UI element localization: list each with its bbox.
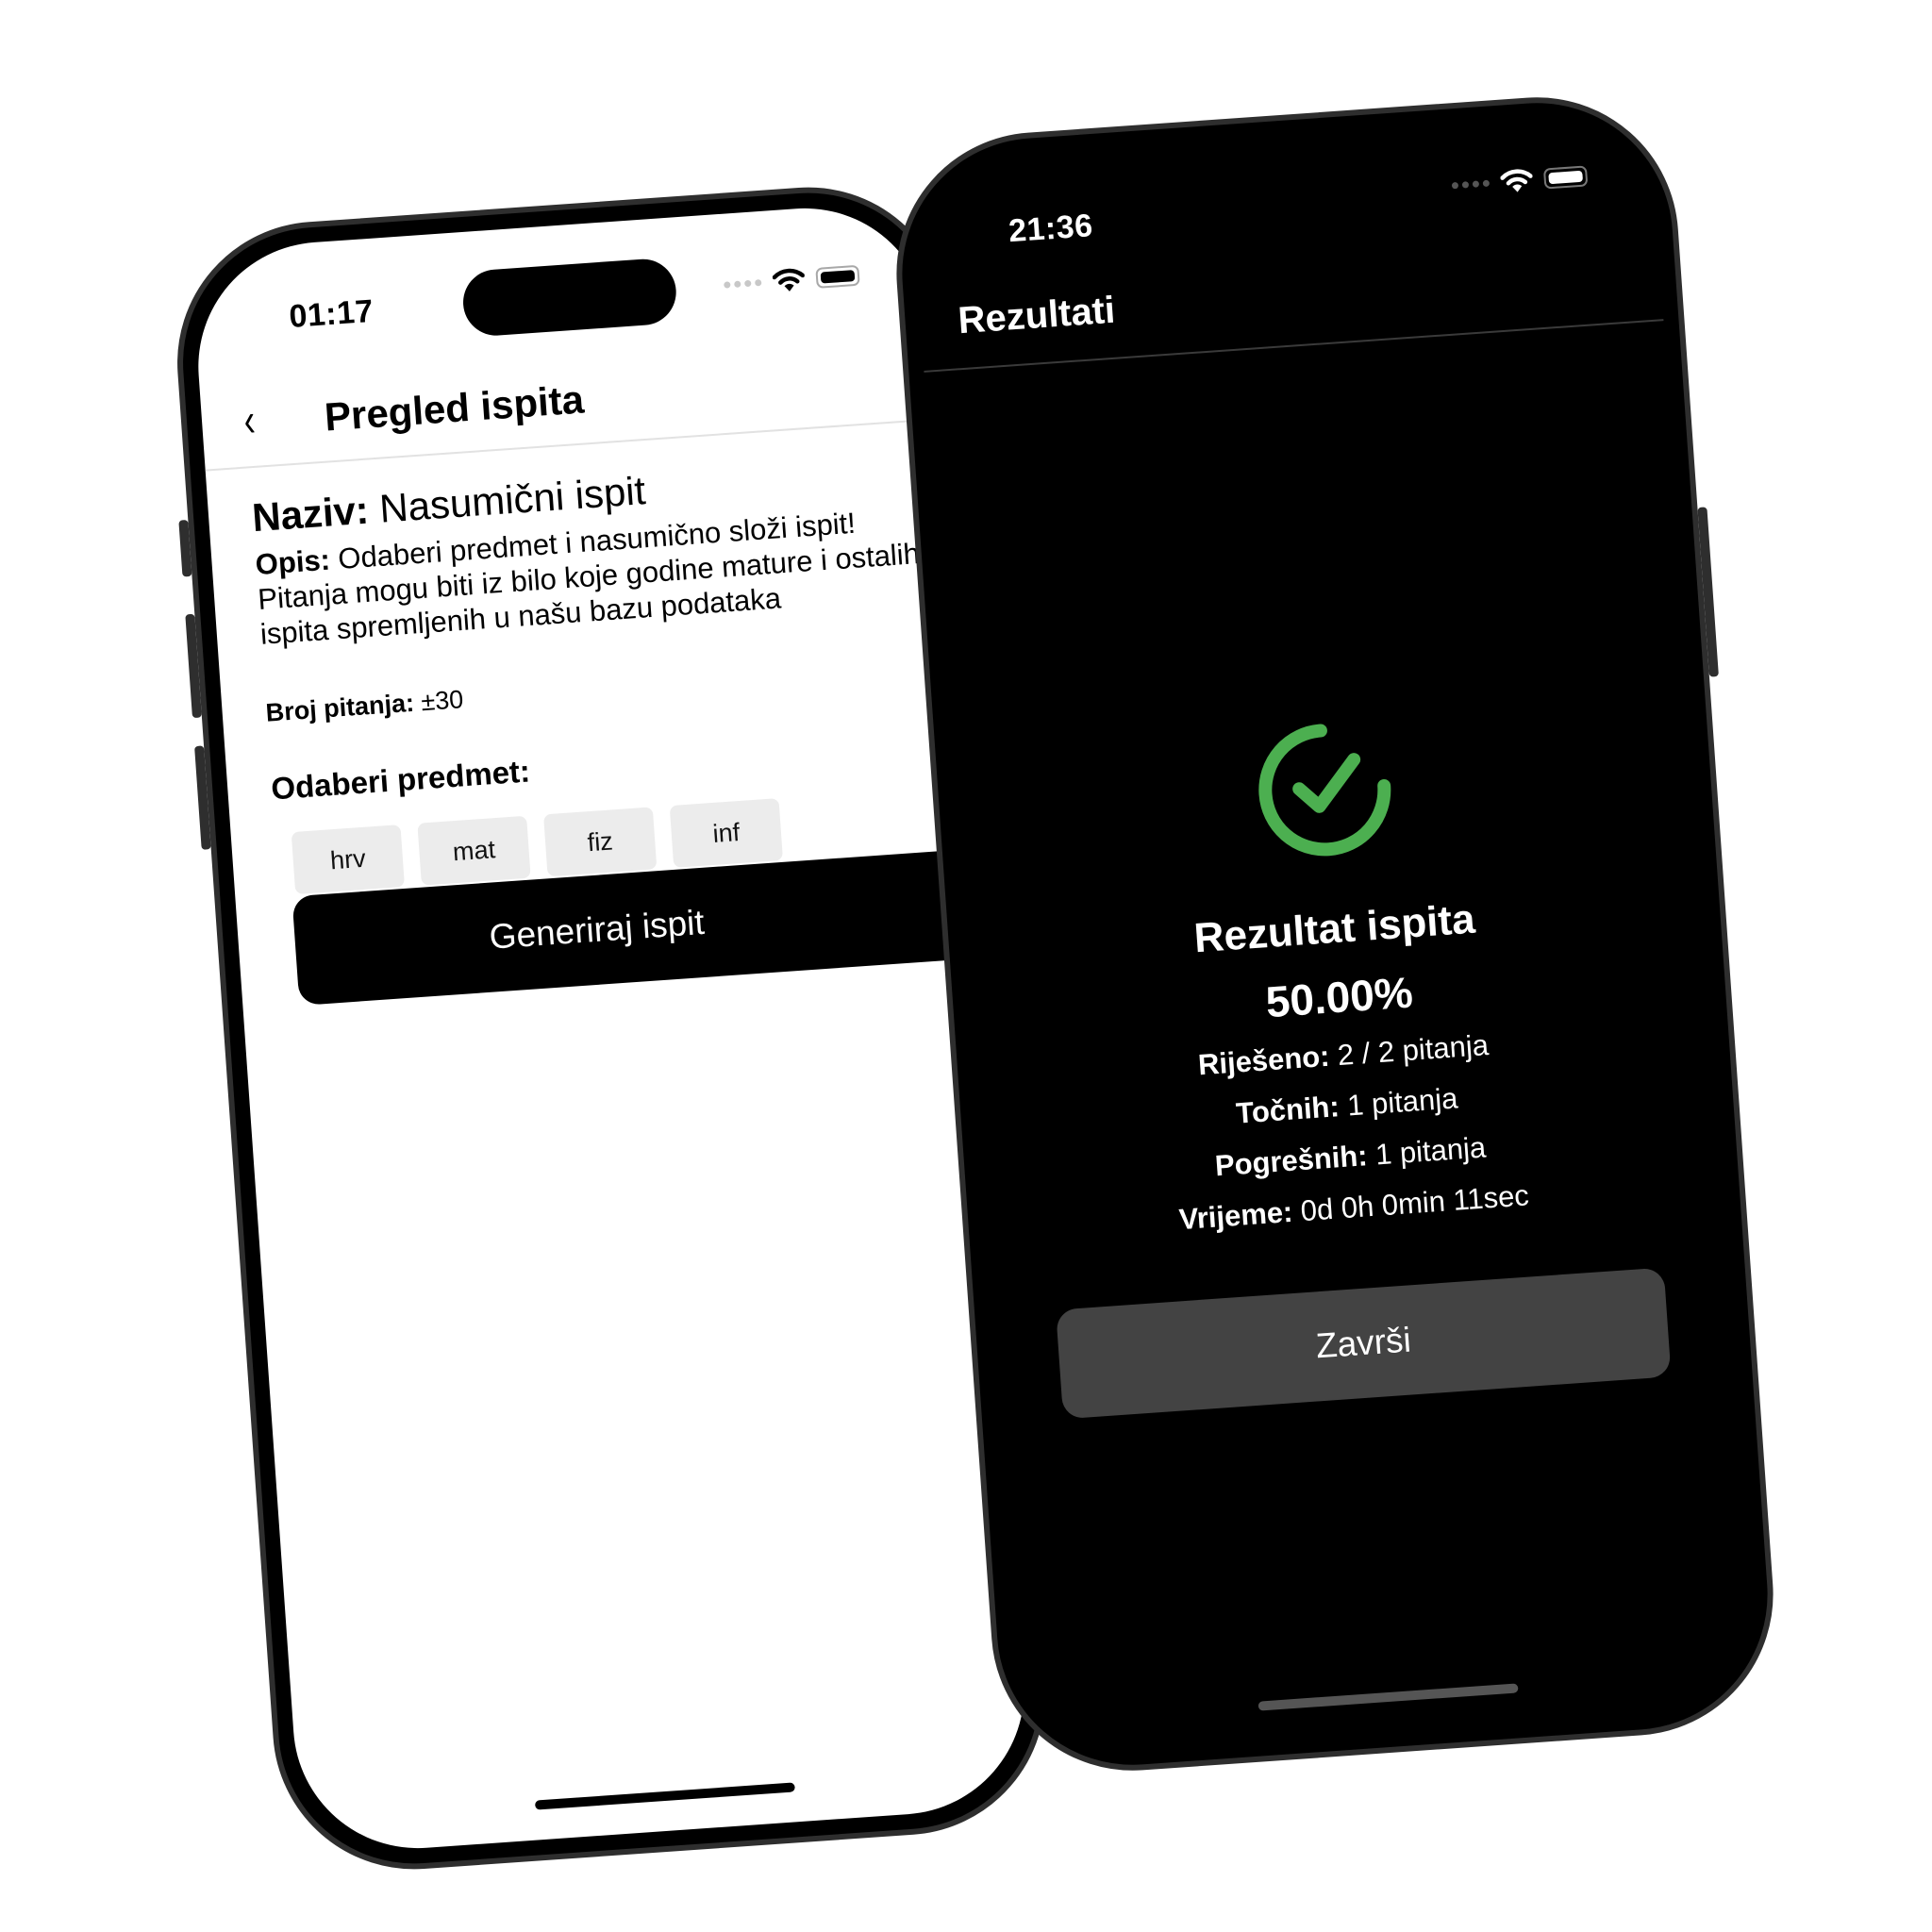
signal-dots-icon xyxy=(1451,179,1491,189)
subject-chip-fiz[interactable]: fiz xyxy=(543,807,658,877)
stat-label: Vrijeme: xyxy=(1177,1194,1294,1237)
exam-details: Naziv: Nasumični ispit Opis: Odaberi pre… xyxy=(251,448,947,895)
wifi-icon xyxy=(772,268,806,291)
side-button xyxy=(178,519,192,577)
home-indicator[interactable] xyxy=(534,1782,795,1810)
stat-value: 0d 0h 0min 11sec xyxy=(1299,1178,1530,1228)
question-count: Broj pitanja: ±30 xyxy=(265,652,935,727)
result-summary: Rezultat ispita 50.00% Riješeno: 2 / 2 p… xyxy=(950,693,1725,1252)
exam-description-label: Opis: xyxy=(254,542,332,582)
subject-chip-inf[interactable]: inf xyxy=(669,798,784,868)
right-screen: 21:36 Rezultati Rezultat ispita 50.00% R… xyxy=(908,109,1761,1758)
page-title: Rezultati xyxy=(957,289,1117,342)
question-count-value: ±30 xyxy=(420,685,465,717)
status-time: 01:17 xyxy=(288,292,375,335)
nav-bar: ‹ Pregled ispita xyxy=(199,331,936,472)
battery-icon xyxy=(815,264,860,289)
signal-dots-icon xyxy=(724,278,762,289)
status-time: 21:36 xyxy=(1007,208,1094,250)
dynamic-island xyxy=(460,257,679,338)
question-count-label: Broj pitanja: xyxy=(264,688,415,727)
left-screen: 01:17 ‹ Pregled ispita Naziv: Nasumični … xyxy=(190,200,1033,1857)
chevron-left-icon[interactable]: ‹ xyxy=(242,393,258,447)
stat-label: Riješeno: xyxy=(1196,1039,1331,1082)
status-icons xyxy=(723,263,860,297)
stat-label: Točnih: xyxy=(1235,1090,1341,1130)
status-icons xyxy=(1451,163,1589,197)
check-circle-icon xyxy=(1258,724,1391,857)
exam-name-label: Naziv: xyxy=(250,487,371,541)
exam-name-value: Nasumični ispit xyxy=(377,468,647,531)
finish-button[interactable]: Završi xyxy=(1056,1267,1672,1420)
subject-chip-hrv[interactable]: hrv xyxy=(291,824,405,895)
right-phone-mockup: 21:36 Rezultati Rezultat ispita 50.00% R… xyxy=(887,88,1783,1780)
stat-value: 2 / 2 pitanja xyxy=(1336,1027,1491,1073)
subject-chip-mat[interactable]: mat xyxy=(417,815,531,886)
side-button xyxy=(185,613,202,719)
page-title: Pregled ispita xyxy=(323,376,586,440)
side-button xyxy=(1697,507,1719,677)
stat-value: 1 pitanja xyxy=(1346,1081,1459,1123)
home-indicator[interactable] xyxy=(1257,1683,1519,1711)
side-button xyxy=(194,745,211,850)
nav-bar: Rezultati xyxy=(919,251,1664,373)
stat-label: Pogrešnih: xyxy=(1213,1139,1369,1183)
wifi-icon xyxy=(1500,169,1533,192)
stat-value: 1 pitanja xyxy=(1374,1130,1488,1172)
battery-icon xyxy=(1542,165,1589,190)
